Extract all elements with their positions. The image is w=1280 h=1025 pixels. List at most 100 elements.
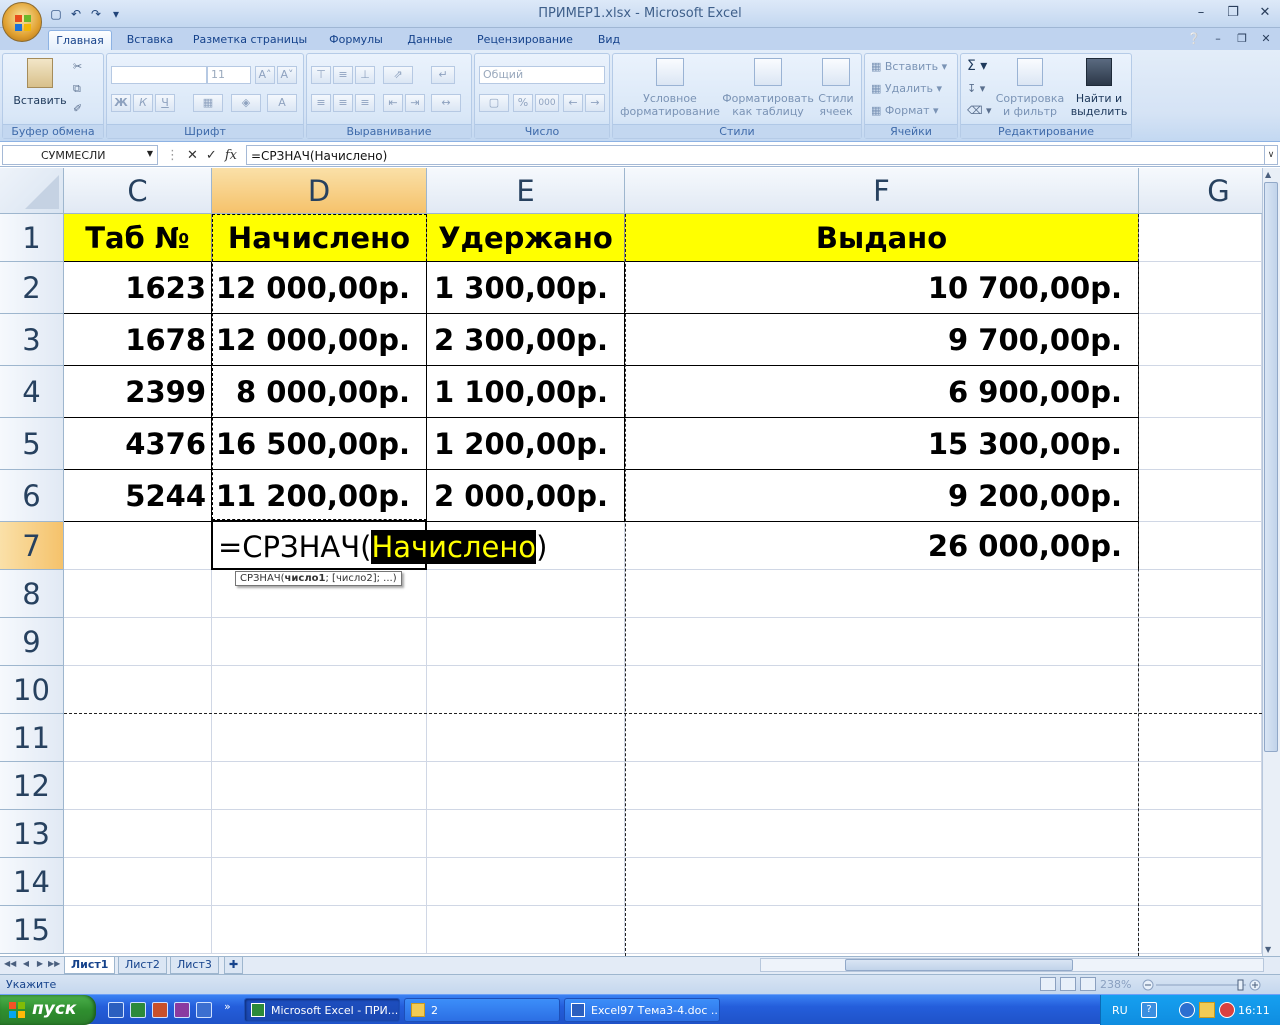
row-header-3[interactable]: 3	[0, 314, 64, 366]
borders-icon[interactable]: ▦	[193, 94, 223, 112]
row-header-5[interactable]: 5	[0, 418, 64, 470]
decrease-indent-icon[interactable]: ⇤	[383, 94, 403, 112]
prev-sheet-icon[interactable]: ◀	[20, 959, 32, 968]
table-cell[interactable]	[64, 522, 212, 570]
row-header-10[interactable]: 10	[0, 666, 64, 714]
table-cell[interactable]: 15 300,00р.	[625, 418, 1139, 470]
conditional-formatting-button[interactable]: Условное форматирование	[617, 58, 723, 118]
table-cell[interactable]: 9 200,00р.	[625, 470, 1139, 522]
shrink-font-icon[interactable]: A˅	[277, 66, 297, 84]
wrap-text-icon[interactable]: ↵	[431, 66, 455, 84]
row-header-2[interactable]: 2	[0, 262, 64, 314]
name-box-dropdown-icon[interactable]: ▼	[147, 149, 153, 158]
align-left-icon[interactable]: ≡	[311, 94, 331, 112]
column-header-g[interactable]: G	[1139, 168, 1262, 214]
table-cell[interactable]: 2 000,00р.	[427, 470, 625, 522]
normal-view-icon[interactable]	[1040, 977, 1056, 991]
font-name-combo[interactable]	[111, 66, 207, 84]
merge-cells-icon[interactable]: ↔	[431, 94, 461, 112]
row-header-14[interactable]: 14	[0, 858, 64, 906]
vertical-scroll-thumb[interactable]	[1264, 182, 1278, 752]
task-word[interactable]: Excel97 Тема3-4.doc ...	[564, 998, 720, 1022]
task-folder[interactable]: 2	[404, 998, 560, 1022]
cut-icon[interactable]: ✂	[73, 60, 82, 73]
next-sheet-icon[interactable]: ▶	[34, 959, 46, 968]
orientation-icon[interactable]: ⇗	[383, 66, 413, 84]
help-tray-icon[interactable]: ?	[1141, 1002, 1157, 1018]
row-header-12[interactable]: 12	[0, 762, 64, 810]
number-format-combo[interactable]: Общий	[479, 66, 605, 84]
insert-cells-button[interactable]: ▦ Вставить ▾	[871, 60, 947, 73]
security-tray-icon[interactable]	[1219, 1002, 1235, 1018]
table-cell[interactable]: 9 700,00р.	[625, 314, 1139, 366]
sort-filter-button[interactable]: Сортировка и фильтр	[995, 58, 1065, 118]
worksheet-grid[interactable]: C D E F G 1 2 3 4 5 6 7 8 9 10 11 12 13 …	[0, 168, 1262, 956]
grow-font-icon[interactable]: A˄	[255, 66, 275, 84]
empty-cells-f[interactable]	[625, 570, 1139, 954]
row-header-13[interactable]: 13	[0, 810, 64, 858]
table-header-accrued[interactable]: Начислено	[212, 214, 427, 262]
powerpoint-quicklaunch-icon[interactable]	[152, 1002, 168, 1018]
start-button[interactable]: пуск	[0, 995, 96, 1025]
tab-home[interactable]: Главная	[48, 30, 112, 50]
tab-page-layout[interactable]: Разметка страницы	[188, 30, 312, 50]
align-right-icon[interactable]: ≡	[355, 94, 375, 112]
sheet-tab-2[interactable]: Лист2	[118, 957, 167, 974]
minimize-button[interactable]: –	[1190, 4, 1212, 22]
scroll-down-icon[interactable]: ▼	[1265, 945, 1271, 954]
table-cell[interactable]: 1623	[64, 262, 212, 314]
column-header-e[interactable]: E	[427, 168, 625, 214]
app-quicklaunch-icon[interactable]	[196, 1002, 212, 1018]
tab-review[interactable]: Рецензирование	[470, 30, 580, 50]
onenote-quicklaunch-icon[interactable]	[174, 1002, 190, 1018]
copy-icon[interactable]: ⧉	[73, 82, 81, 96]
autosum-icon[interactable]: Σ ▾	[967, 58, 987, 74]
network-tray-icon[interactable]	[1179, 1002, 1195, 1018]
table-cell[interactable]: 8 000,00р.	[212, 366, 427, 418]
last-sheet-icon[interactable]: ▶▶	[48, 959, 60, 968]
zoom-slider[interactable]	[1142, 979, 1262, 991]
fill-color-icon[interactable]: ◈	[231, 94, 261, 112]
row-header-4[interactable]: 4	[0, 366, 64, 418]
fill-icon[interactable]: ↧ ▾	[967, 82, 985, 95]
table-cell-f7[interactable]: 26 000,00р.	[625, 522, 1139, 570]
row-header-11[interactable]: 11	[0, 714, 64, 762]
maximize-button[interactable]: ❐	[1222, 4, 1244, 22]
find-select-button[interactable]: Найти и выделить	[1067, 58, 1131, 118]
increase-decimal-icon[interactable]: ←	[563, 94, 583, 112]
row-header-8[interactable]: 8	[0, 570, 64, 618]
table-cell[interactable]: 1678	[64, 314, 212, 366]
empty-cells-d[interactable]	[212, 570, 427, 954]
column-header-c[interactable]: C	[64, 168, 212, 214]
expand-formula-bar-icon[interactable]: ∨	[1264, 145, 1278, 165]
currency-format-icon[interactable]: ▢	[479, 94, 509, 112]
align-bottom-icon[interactable]: ⊥	[355, 66, 375, 84]
page-layout-view-icon[interactable]	[1060, 977, 1076, 991]
row-header-9[interactable]: 9	[0, 618, 64, 666]
insert-function-icon[interactable]: fx	[225, 148, 237, 163]
align-top-icon[interactable]: ⊤	[311, 66, 331, 84]
tab-data[interactable]: Данные	[398, 30, 462, 50]
quicklaunch-more-icon[interactable]: »	[224, 1000, 231, 1013]
align-middle-icon[interactable]: ≡	[333, 66, 353, 84]
cancel-icon[interactable]: ✕	[187, 148, 198, 163]
sheet-tab-1[interactable]: Лист1	[64, 957, 116, 974]
formula-input[interactable]: =СРЗНАЧ(Начислено)	[246, 145, 1264, 165]
doc-close-button[interactable]: ✕	[1258, 32, 1274, 45]
table-cell[interactable]: 1 100,00р.	[427, 366, 625, 418]
office-button[interactable]	[2, 2, 42, 42]
word-quicklaunch-icon[interactable]	[108, 1002, 124, 1018]
table-cell[interactable]: 6 900,00р.	[625, 366, 1139, 418]
horizontal-scroll-thumb[interactable]	[845, 959, 1073, 971]
table-cell[interactable]: 2399	[64, 366, 212, 418]
format-as-table-button[interactable]: Форматировать как таблицу	[722, 58, 814, 118]
scroll-up-icon[interactable]: ▲	[1265, 170, 1271, 179]
table-cell[interactable]: 5244	[64, 470, 212, 522]
row-header-15[interactable]: 15	[0, 906, 64, 954]
column-header-f[interactable]: F	[625, 168, 1139, 214]
table-cell[interactable]: 11 200,00р.	[212, 470, 427, 522]
table-header-tab[interactable]: Таб №	[64, 214, 212, 262]
tab-formulas[interactable]: Формулы	[322, 30, 390, 50]
enter-icon[interactable]: ✓	[206, 148, 217, 163]
table-cell[interactable]: 12 000,00р.	[212, 262, 427, 314]
